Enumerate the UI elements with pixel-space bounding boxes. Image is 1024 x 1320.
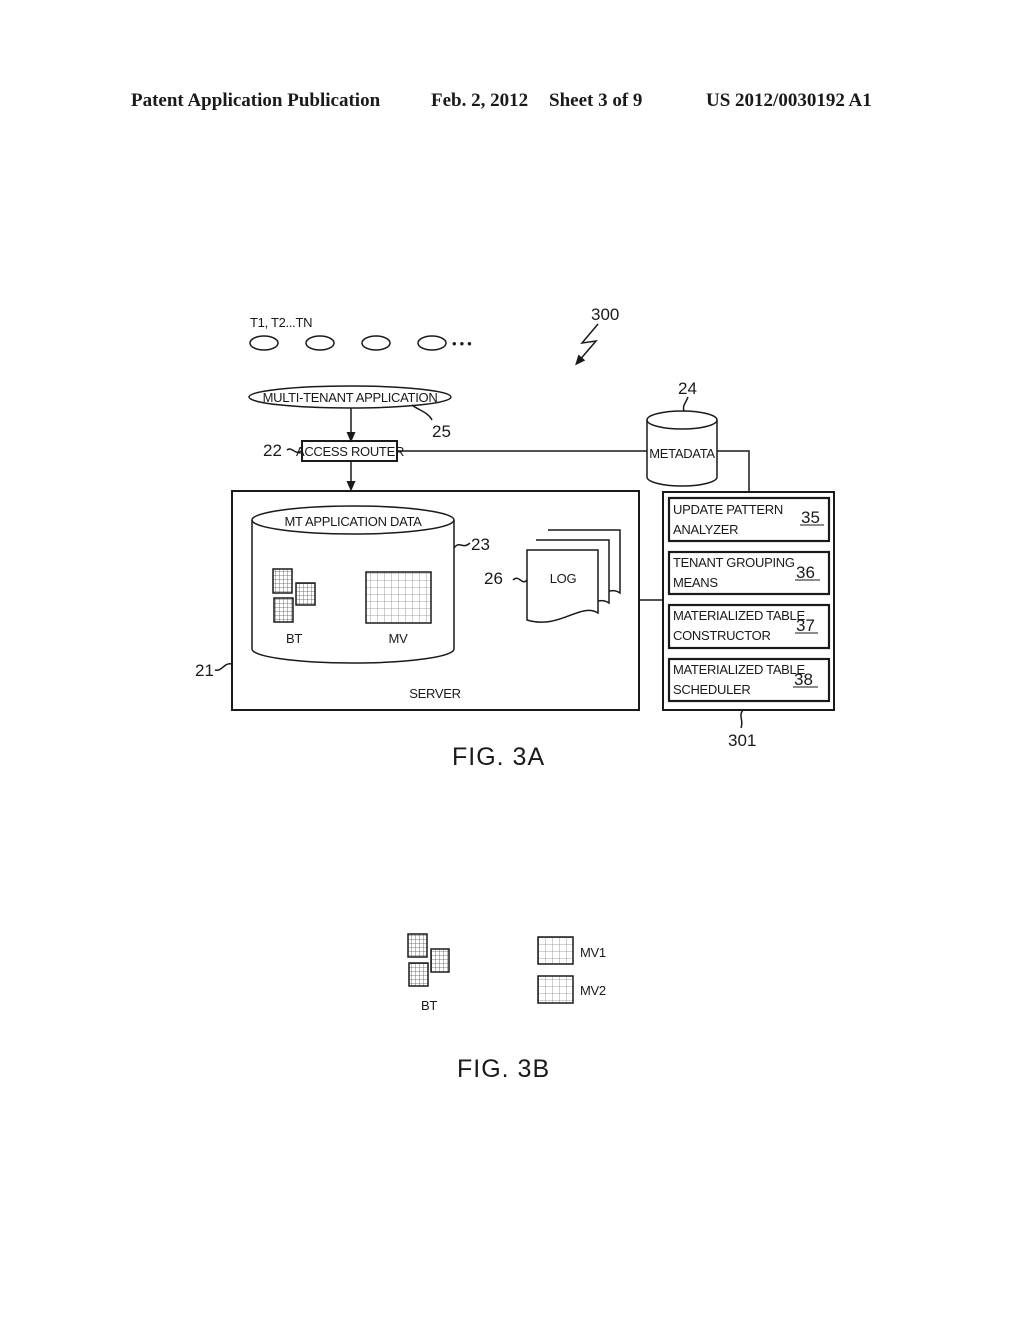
base-table-icon: [408, 962, 429, 987]
modules-ref: 301: [728, 731, 756, 750]
base-tables-3b: [407, 933, 450, 987]
base-table-icon: [430, 948, 450, 973]
module-36-line2: MEANS: [673, 575, 718, 590]
base-table-icon: [272, 568, 293, 594]
tenant-node: [417, 335, 447, 351]
leader-line: [512, 577, 528, 583]
tenants-label: T1, T2...TN: [250, 315, 312, 330]
system-ref-arrow: [575, 323, 599, 366]
connector-metadata-modules: [717, 450, 750, 492]
metadata-ref: 24: [678, 379, 697, 398]
metadata-label: METADATA: [649, 446, 715, 461]
module-36-line1: TENANT GROUPING: [673, 555, 795, 570]
module-36-ref: 36: [796, 563, 815, 582]
tenant-node: [249, 335, 279, 351]
bt-label: BT: [286, 631, 302, 646]
module-37-line1: MATERIALIZED TABLE: [673, 608, 805, 623]
log-label: LOG: [550, 571, 577, 586]
leader-line: [453, 542, 471, 549]
app-ref: 25: [432, 422, 451, 441]
mt-application-data-label: MT APPLICATION DATA: [284, 514, 422, 529]
module-38-ref: 38: [794, 670, 813, 689]
mv1-table-icon: [537, 936, 574, 965]
base-table-icon: [295, 582, 316, 606]
leader-line: [682, 396, 689, 412]
base-table-icon: [273, 597, 294, 623]
multi-tenant-application-label: MULTI-TENANT APPLICATION: [263, 390, 438, 405]
fig-3a-caption: FIG. 3A: [452, 743, 545, 771]
module-38-line1: MATERIALIZED TABLE: [673, 662, 805, 677]
log-ref: 26: [484, 569, 503, 588]
materialized-view-icon: [365, 571, 432, 624]
fig3b-mv1-label: MV1: [580, 945, 606, 960]
mv2-table-icon: [537, 975, 574, 1004]
leader-line: [740, 709, 744, 729]
database-ref: 23: [471, 535, 490, 554]
patent-diagram: T1, T2...TN • • • 300 MULTI-TENANT APPLI…: [195, 305, 835, 1083]
server-label: SERVER: [409, 686, 460, 701]
leader-line: [411, 404, 433, 421]
fig3b-mv2-label: MV2: [580, 983, 606, 998]
server-ref: 21: [195, 661, 214, 680]
access-router-label: ACCESS ROUTER: [296, 444, 404, 459]
module-35-line2: ANALYZER: [673, 522, 738, 537]
base-tables-3a: [272, 568, 316, 623]
mv-label: MV: [389, 631, 409, 646]
system-ref: 300: [591, 305, 619, 324]
module-37-line2: CONSTRUCTOR: [673, 628, 771, 643]
router-ref: 22: [263, 441, 282, 460]
tenant-node: [361, 335, 391, 351]
module-37-ref: 37: [796, 616, 815, 635]
base-table-icon: [407, 933, 428, 958]
tenant-node: [305, 335, 335, 351]
tenants-ellipsis: • • •: [452, 336, 472, 351]
tenants-group: [249, 335, 447, 351]
module-38-line2: SCHEDULER: [673, 682, 750, 697]
fig3b-bt-label: BT: [421, 998, 437, 1013]
fig-3b-caption: FIG. 3B: [457, 1055, 550, 1083]
module-35-ref: 35: [801, 508, 820, 527]
module-35-line1: UPDATE PATTERN: [673, 502, 783, 517]
leader-line: [214, 663, 233, 671]
